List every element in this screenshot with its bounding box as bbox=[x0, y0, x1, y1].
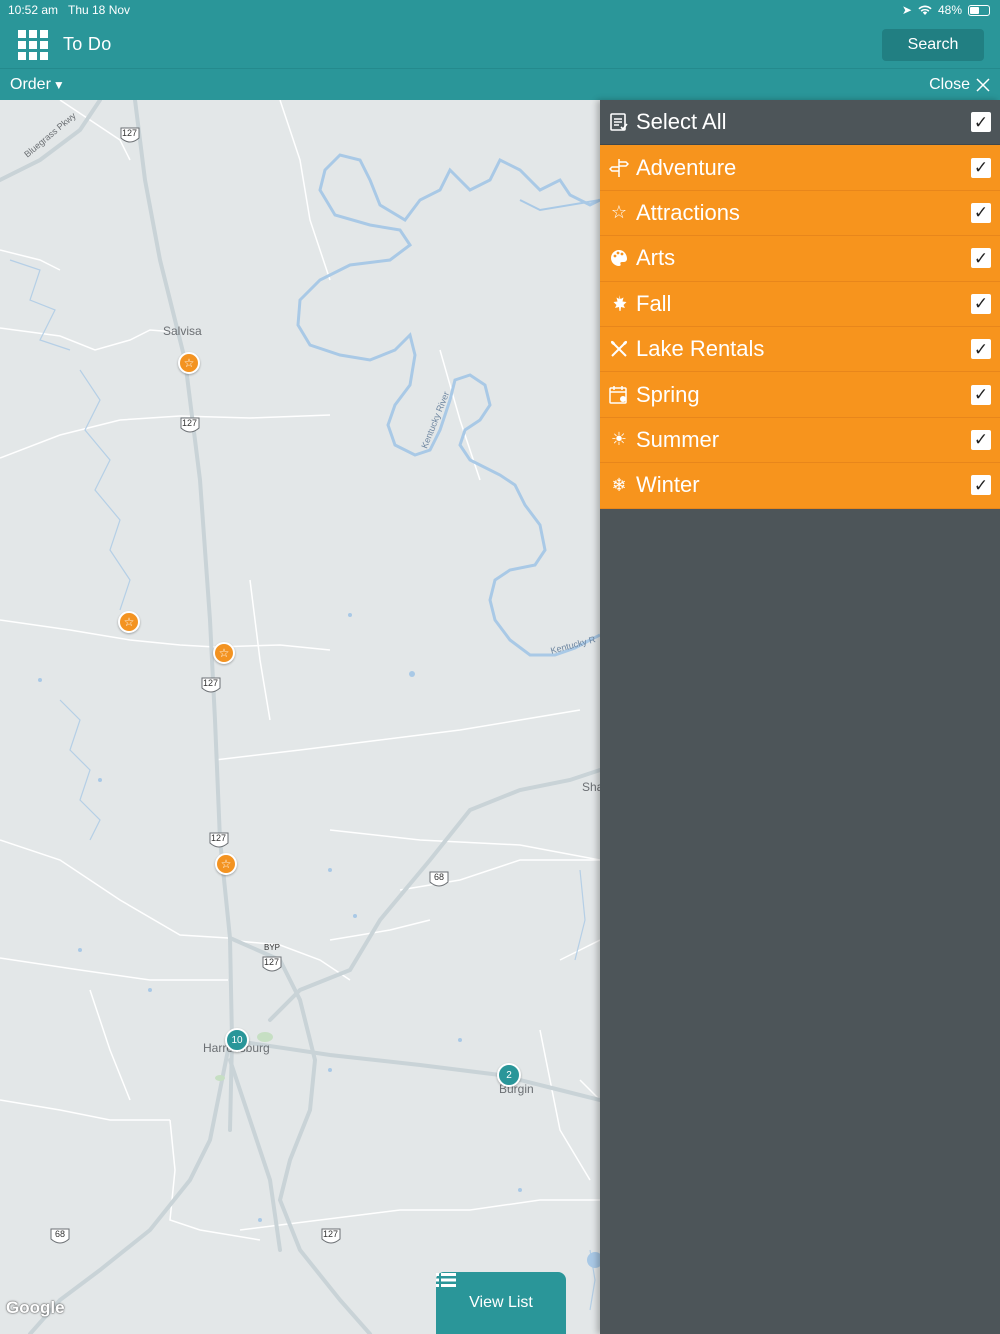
order-dropdown[interactable]: Order ▼ bbox=[10, 76, 65, 94]
route-127-label: 127 bbox=[323, 1229, 339, 1239]
star-marker[interactable]: ☆ bbox=[118, 611, 140, 633]
filter-checkbox[interactable]: ✓ bbox=[971, 157, 991, 178]
select-all-checkbox[interactable]: ✓ bbox=[971, 112, 991, 133]
filter-panel: Select All ✓ Adventure ✓ ☆ Attractions ✓… bbox=[600, 100, 1000, 1334]
filter-item-summer[interactable]: ☀ Summer ✓ bbox=[600, 417, 1000, 464]
list-icon bbox=[436, 1273, 456, 1287]
route-68-label: 68 bbox=[434, 872, 445, 882]
status-time: 10:52 am bbox=[8, 3, 59, 17]
filter-item-winter[interactable]: ❄ Winter ✓ bbox=[600, 463, 1000, 509]
filter-label: Winter bbox=[636, 472, 700, 498]
filter-checkbox[interactable]: ✓ bbox=[971, 475, 991, 496]
sort-bar: Order ▼ Close bbox=[0, 68, 1000, 100]
select-all-row[interactable]: Select All ✓ bbox=[600, 100, 1000, 146]
filter-item-spring[interactable]: Spring ✓ bbox=[600, 372, 1000, 418]
app-header: To Do Search bbox=[0, 22, 1000, 68]
page-title: To Do bbox=[63, 34, 112, 54]
checklist-icon bbox=[608, 111, 630, 133]
close-icon bbox=[976, 78, 990, 92]
filter-item-attractions[interactable]: ☆ Attractions ✓ bbox=[600, 190, 1000, 237]
wifi-icon bbox=[918, 5, 932, 15]
filter-checkbox[interactable]: ✓ bbox=[971, 293, 991, 314]
status-date: Thu 18 Nov bbox=[68, 3, 131, 17]
close-button[interactable]: Close bbox=[929, 76, 990, 94]
filter-checkbox[interactable]: ✓ bbox=[971, 248, 991, 269]
star-marker[interactable]: ☆ bbox=[215, 853, 237, 875]
order-label: Order bbox=[10, 76, 51, 93]
cluster-marker[interactable]: 2 bbox=[497, 1063, 521, 1087]
maple-leaf-icon bbox=[608, 293, 630, 315]
route-127-label: 127 bbox=[211, 833, 227, 843]
route-127-label: 127 bbox=[182, 418, 198, 428]
filter-label: Fall bbox=[636, 290, 672, 316]
snowflake-icon: ❄ bbox=[611, 474, 627, 495]
route-byp-label: BYP bbox=[264, 943, 281, 952]
filter-checkbox[interactable]: ✓ bbox=[971, 384, 991, 405]
triangle-down-icon: ▼ bbox=[52, 78, 65, 92]
calendar-flower-icon bbox=[608, 384, 630, 406]
signpost-icon bbox=[608, 157, 630, 179]
grid-menu-icon[interactable] bbox=[18, 30, 48, 60]
google-logo: Google bbox=[6, 1298, 65, 1317]
battery-icon bbox=[968, 4, 990, 16]
place-label-salvisa: Salvisa bbox=[163, 324, 202, 338]
star-marker[interactable]: ☆ bbox=[213, 642, 235, 664]
filter-checkbox[interactable]: ✓ bbox=[971, 339, 991, 360]
palette-icon bbox=[608, 247, 630, 269]
filter-label: Spring bbox=[636, 381, 700, 407]
filter-item-adventure[interactable]: Adventure ✓ bbox=[600, 145, 1000, 191]
status-right: ➤ 48% bbox=[902, 3, 990, 17]
star-marker[interactable]: ☆ bbox=[178, 352, 200, 374]
filter-checkbox[interactable]: ✓ bbox=[971, 429, 991, 450]
route-127-label: 127 bbox=[122, 128, 138, 138]
paddles-icon bbox=[608, 338, 630, 360]
map-view[interactable]: 127 127 127 127 BYP 127 127 68 68 Salvis… bbox=[0, 100, 600, 1334]
search-button[interactable]: Search bbox=[882, 29, 984, 61]
view-list-label: View List bbox=[469, 1294, 533, 1311]
star-outline-icon: ☆ bbox=[610, 202, 628, 223]
filter-label: Attractions bbox=[636, 199, 740, 225]
filter-label: Summer bbox=[636, 426, 720, 452]
location-icon: ➤ bbox=[901, 3, 912, 17]
cluster-marker[interactable]: 10 bbox=[225, 1028, 249, 1052]
route-68-label: 68 bbox=[55, 1229, 66, 1239]
route-127-label: 127 bbox=[264, 957, 280, 967]
filter-label: Lake Rentals bbox=[636, 336, 765, 362]
filter-item-lake-rentals[interactable]: Lake Rentals ✓ bbox=[600, 326, 1000, 373]
filter-item-arts[interactable]: Arts ✓ bbox=[600, 236, 1000, 282]
close-label: Close bbox=[929, 76, 970, 93]
map-canvas bbox=[0, 100, 600, 1334]
route-127-label: 127 bbox=[203, 678, 219, 688]
place-label-sha: Sha bbox=[582, 780, 600, 794]
battery-percent: 48% bbox=[937, 3, 962, 17]
select-all-label: Select All bbox=[636, 109, 727, 135]
sun-icon: ☀ bbox=[610, 429, 628, 450]
status-bar: 10:52 am Thu 18 Nov ➤ 48% bbox=[0, 0, 1000, 22]
filter-label: Adventure bbox=[636, 154, 737, 180]
filter-checkbox[interactable]: ✓ bbox=[971, 202, 991, 223]
view-list-button[interactable]: View List bbox=[436, 1272, 566, 1334]
filter-item-fall[interactable]: Fall ✓ bbox=[600, 281, 1000, 327]
filter-label: Arts bbox=[636, 245, 676, 271]
